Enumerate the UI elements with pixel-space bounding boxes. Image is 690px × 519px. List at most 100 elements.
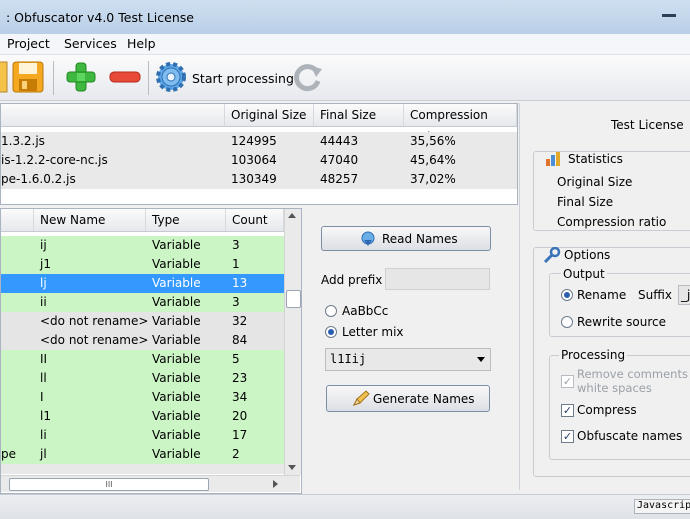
- start-processing-label[interactable]: Start processing: [192, 71, 294, 86]
- generate-names-button[interactable]: Generate Names: [326, 385, 490, 412]
- new-name: l1: [40, 409, 51, 423]
- read-names-label: Read Names: [382, 232, 458, 246]
- name-row[interactable]: li Variable 17: [1, 426, 284, 445]
- open-icon[interactable]: [0, 60, 9, 94]
- scroll-right-icon[interactable]: [273, 480, 278, 488]
- file-column-header[interactable]: [1, 104, 225, 126]
- toolbar: Start processing: [0, 55, 690, 101]
- status-bar: Javascript: [0, 494, 690, 519]
- suffix-input[interactable]: _js: [678, 285, 690, 305]
- radio-case-mix[interactable]: [325, 305, 337, 317]
- name-row-selected[interactable]: lj Variable 13: [1, 274, 284, 293]
- window-title: : Obfuscator v4.0 Test License: [6, 10, 194, 25]
- original-size-column-header[interactable]: Original Size: [225, 104, 314, 126]
- gear-icon[interactable]: [154, 60, 188, 94]
- symbol-type: Variable: [152, 333, 201, 347]
- usage-count: 17: [232, 428, 248, 442]
- count-column-header[interactable]: Count: [226, 209, 284, 231]
- toolbar-separator: [148, 61, 149, 95]
- usage-count: 5: [232, 352, 240, 366]
- stat-final-size: Final Size: [557, 195, 614, 209]
- compression-column-header[interactable]: Compression ratio: [404, 104, 517, 144]
- right-panel: Test License Statistics Original Size Fi…: [519, 103, 690, 490]
- radio-rename-label: Rename: [577, 288, 627, 302]
- remove-icon[interactable]: [108, 60, 142, 94]
- compression-ratio: 45,64%: [410, 153, 456, 167]
- usage-count: 23: [232, 371, 248, 385]
- scroll-down-icon[interactable]: [288, 465, 296, 470]
- new-name: <do not rename>: [40, 333, 149, 347]
- new-name: ii: [40, 295, 47, 309]
- scroll-up-icon[interactable]: [288, 213, 296, 218]
- chevron-down-icon[interactable]: [477, 357, 485, 362]
- suffix-label: Suffix: [638, 288, 672, 302]
- read-icon: [361, 231, 375, 246]
- add-prefix-label: Add prefix: [321, 273, 383, 287]
- symbol-type: Variable: [152, 447, 201, 461]
- original-size: 130349: [231, 172, 277, 186]
- name-row[interactable]: ii Variable 3: [1, 293, 284, 312]
- file-row[interactable]: is-1.2.2-core-nc.js 103064 47040 45,64%: [1, 151, 517, 170]
- stat-original-size: Original Size: [557, 175, 633, 189]
- name-column-header[interactable]: [1, 209, 34, 231]
- name-row[interactable]: ll Variable 23: [1, 369, 284, 388]
- add-icon[interactable]: [64, 60, 98, 94]
- new-name: j1: [40, 257, 51, 271]
- minimize-button[interactable]: [662, 14, 676, 17]
- prefix-input[interactable]: [385, 268, 490, 290]
- radio-rename[interactable]: [561, 289, 573, 301]
- horizontal-scrollbar[interactable]: III: [1, 475, 300, 492]
- radio-letter-mix[interactable]: [325, 326, 337, 338]
- output-title: Output: [561, 267, 607, 281]
- save-icon[interactable]: [11, 60, 45, 94]
- refresh-icon[interactable]: [291, 60, 325, 94]
- name-row[interactable]: II Variable 5: [1, 350, 284, 369]
- options-title: Options: [562, 248, 613, 262]
- final-size: 47040: [320, 153, 359, 167]
- usage-count: 84: [232, 333, 248, 347]
- name-row[interactable]: j1 Variable 1: [1, 255, 284, 274]
- original-name: pe: [1, 447, 16, 461]
- names-grid: New Name Type Count ij Variable 3 j1 Var…: [0, 208, 302, 494]
- name-row[interactable]: l1 Variable 20: [1, 407, 284, 426]
- menu-help[interactable]: Help: [127, 36, 156, 51]
- symbol-type: Variable: [152, 276, 201, 290]
- charset-select[interactable]: l1Iij: [325, 348, 491, 371]
- obfuscate-names-checkbox[interactable]: ✓: [561, 430, 574, 443]
- horizontal-scroll-thumb[interactable]: III: [9, 478, 209, 491]
- radio-letter-mix-label: Letter mix: [342, 325, 404, 339]
- remove-comments-label-line2: white spaces: [577, 381, 652, 395]
- file-row[interactable]: 1.3.2.js 124995 44443 35,56%: [1, 132, 517, 151]
- name-row[interactable]: <do not rename> Variable 32: [1, 312, 284, 331]
- new-name-column-header[interactable]: New Name: [34, 209, 146, 231]
- symbol-type: Variable: [152, 295, 201, 309]
- name-row[interactable]: I Variable 34: [1, 388, 284, 407]
- usage-count: 3: [232, 295, 240, 309]
- type-column-header[interactable]: Type: [146, 209, 226, 231]
- compression-ratio: 35,56%: [410, 134, 456, 148]
- charset-value: l1Iij: [330, 352, 367, 366]
- remove-comments-checkbox[interactable]: ✓: [561, 375, 574, 388]
- name-row[interactable]: <do not rename> Variable 84: [1, 331, 284, 350]
- usage-count: 3: [232, 238, 240, 252]
- vertical-scroll-thumb[interactable]: [286, 290, 301, 308]
- bar-chart-icon: [546, 152, 560, 166]
- read-names-button[interactable]: Read Names: [321, 226, 491, 251]
- final-size-column-header[interactable]: Final Size: [314, 104, 404, 126]
- final-size: 48257: [320, 172, 359, 186]
- compress-checkbox[interactable]: ✓: [561, 404, 574, 417]
- compression-ratio: 37,02%: [410, 172, 456, 186]
- menu-project[interactable]: Project: [7, 36, 50, 51]
- radio-rewrite-source[interactable]: [561, 316, 573, 328]
- file-grid-header: Original Size Final Size Compression rat…: [1, 104, 517, 144]
- menu-services[interactable]: Services: [64, 36, 117, 51]
- usage-count: 1: [232, 257, 240, 271]
- vertical-scrollbar[interactable]: [284, 209, 301, 475]
- statistics-title: Statistics: [566, 152, 625, 166]
- name-row[interactable]: pe jl Variable 2: [1, 445, 284, 464]
- processing-title: Processing: [559, 348, 628, 362]
- file-row[interactable]: pe-1.6.0.2.js 130349 48257 37,02%: [1, 170, 517, 189]
- symbol-type: Variable: [152, 428, 201, 442]
- symbol-type: Variable: [152, 352, 201, 366]
- name-row[interactable]: ij Variable 3: [1, 236, 284, 255]
